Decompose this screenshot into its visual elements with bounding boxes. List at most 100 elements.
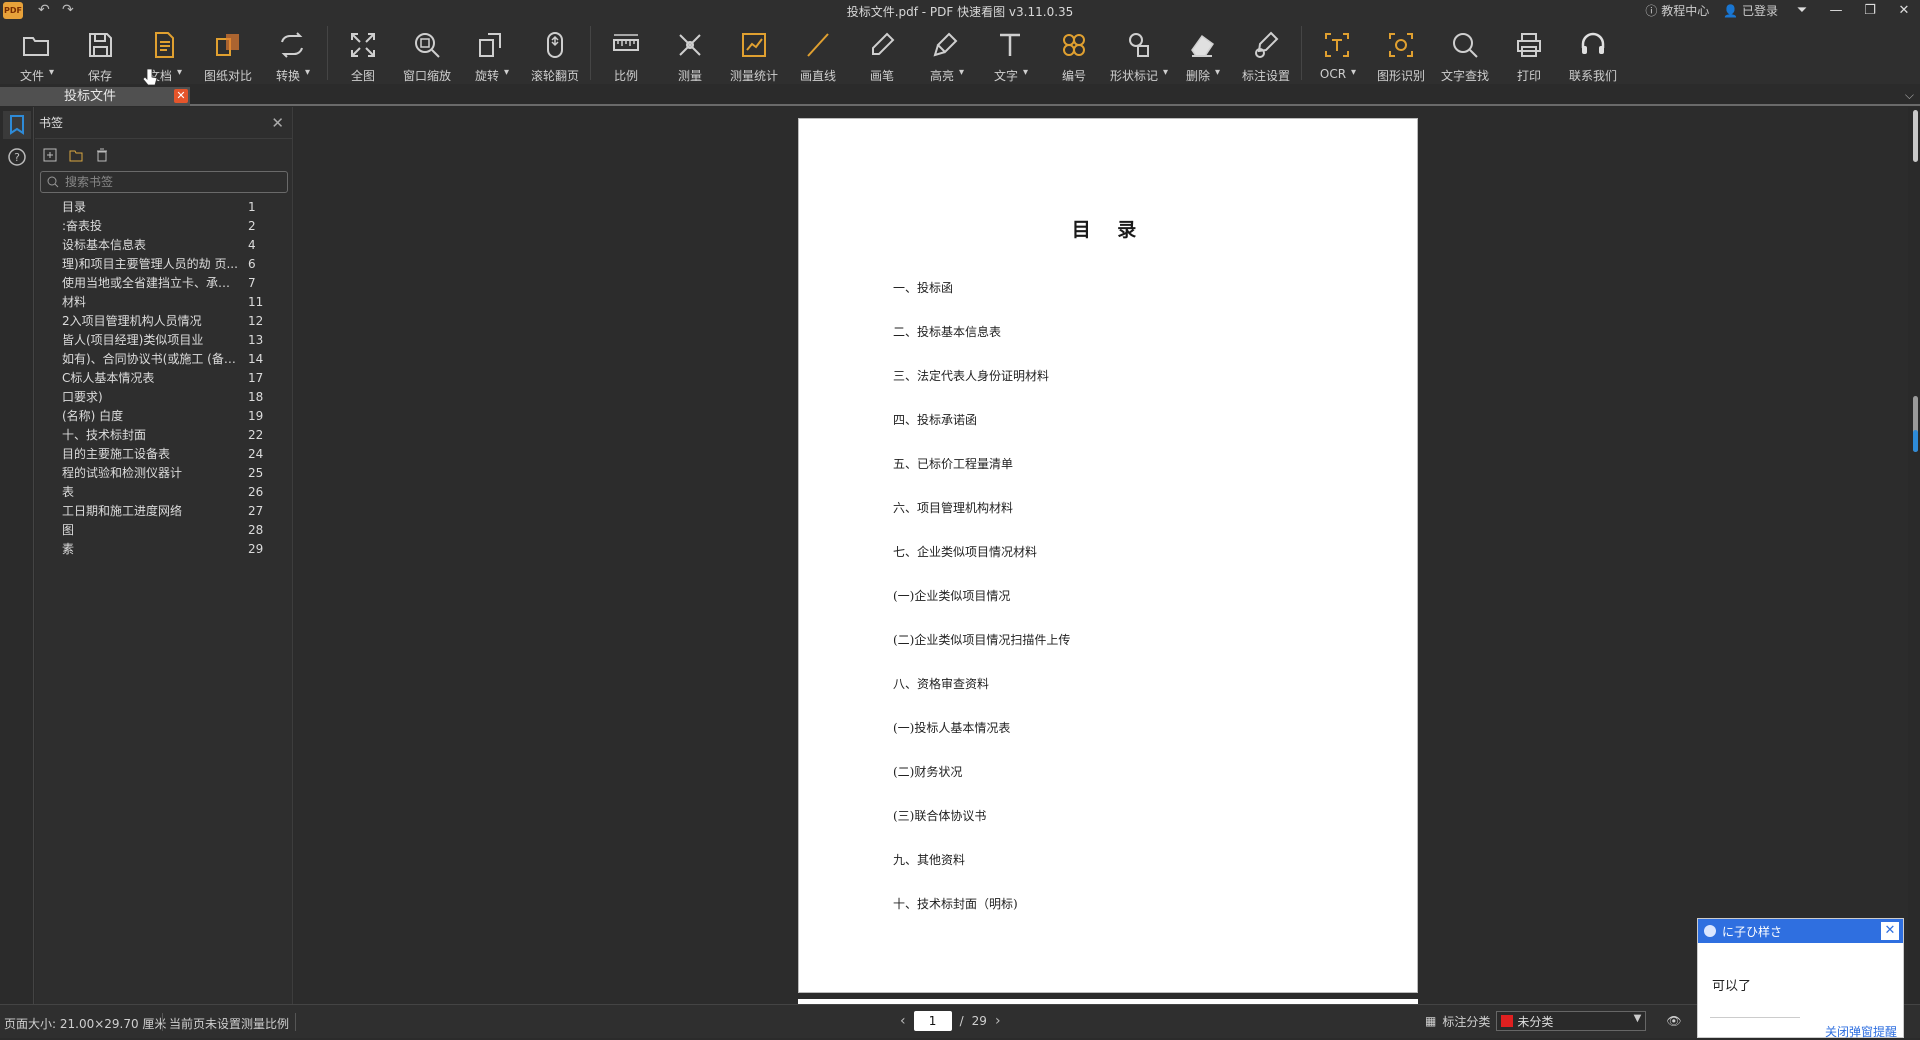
search-icon [1450, 30, 1480, 64]
main-toolbar: 文件 ▾ 保存 文档 ▾ 图纸对比 转换 ▾ 全图 窗口缩放 旋转 ▾ 滚轮翻页 比例 测量 测量统计 画直线画… [0, 22, 1920, 84]
bookmark-page: 14 [248, 351, 264, 366]
shaperec-button[interactable]: 图形识别 [1369, 22, 1433, 84]
text-button[interactable]: 文字 ▾ [978, 22, 1042, 84]
line-icon [803, 30, 833, 64]
bookmark-item[interactable]: (名称) 白度 19 [35, 406, 292, 425]
category-label: 标注分类 [1442, 1014, 1491, 1029]
toc-entry: 四、投标承诺函 [893, 413, 978, 427]
markset-button[interactable]: 标注设置 [1234, 22, 1298, 84]
account-link[interactable]: 👤 已登录 [1723, 2, 1778, 19]
bookmark-item[interactable]: 设标基本信息表 4 [35, 235, 292, 254]
save-button[interactable]: 保存 [68, 22, 132, 84]
prev-page-icon[interactable]: ‹ [900, 1013, 906, 1029]
print-button[interactable]: 打印 [1497, 22, 1561, 84]
undo-icon[interactable]: ↶ [38, 2, 50, 18]
add-folder-icon[interactable] [69, 147, 83, 166]
scale-button[interactable]: 比例 [594, 22, 658, 84]
bookmark-panel-icon[interactable] [3, 111, 31, 139]
restore-icon[interactable]: ❐ [1860, 3, 1880, 18]
toc-entry: (二)财务状况 [893, 765, 963, 779]
ocr-button[interactable]: OCR ▾ [1305, 22, 1369, 84]
category-value: 未分类 [1517, 1014, 1554, 1029]
line-button[interactable]: 画直线 [786, 22, 850, 84]
help-icon[interactable]: ? [3, 143, 31, 171]
line-label: 画直线 [799, 69, 836, 83]
pen-button[interactable]: 画笔 [850, 22, 914, 84]
measure-button[interactable]: 测量 [658, 22, 722, 84]
bookmark-item[interactable]: 口要求) 18 [35, 387, 292, 406]
document-tab-bar: 投标文件 ✕ ⌵ [0, 84, 1920, 106]
bookmark-item[interactable]: 使用当地或全省建挡立卡、承诺函 7 [35, 273, 292, 292]
rotate-icon [476, 30, 506, 64]
compare-button[interactable]: 图纸对比 [196, 22, 260, 84]
tab-list-chevron-icon[interactable]: ⌵ [1905, 88, 1914, 103]
bookmark-item[interactable]: 目录 1 [35, 197, 292, 216]
bookmark-item[interactable]: 2入项目管理机构人员情况 12 [35, 311, 292, 330]
toc-entry: 六、项目管理机构材料 [893, 501, 1014, 515]
bookmark-search [40, 171, 288, 193]
current-page-input[interactable] [913, 1011, 952, 1031]
tab-close-icon[interactable]: ✕ [174, 89, 188, 103]
chevron-down-icon: ▾ [304, 67, 310, 78]
mstats-button[interactable]: 测量统计 [722, 22, 786, 84]
delete-button[interactable]: 删除 ▾ [1170, 22, 1234, 84]
bookmark-item[interactable]: 理)和项目主要管理人员的劫 页... 6 [35, 254, 292, 273]
scroll-button[interactable]: 滚轮翻页 [523, 22, 587, 84]
bookmark-item[interactable]: 图 28 [35, 520, 292, 539]
bookmark-item[interactable]: 程的试验和检测仪器计 25 [35, 463, 292, 482]
tutorial-center-link[interactable]: ⓘ 教程中心 [1645, 2, 1709, 19]
bookmark-title: 口要求) [62, 390, 103, 404]
rotate-button[interactable]: 旋转 ▾ [459, 22, 523, 84]
svg-text:?: ? [14, 151, 20, 164]
category-select[interactable]: 未分类 ▼ [1496, 1011, 1647, 1031]
file-button[interactable]: 文件 ▾ [4, 22, 68, 84]
bookmark-item[interactable]: 材料 11 [35, 292, 292, 311]
numbering-icon [1059, 30, 1089, 64]
document-viewer[interactable]: 目 录 一、投标函 二、投标基本信息表 三、法定代表人身份证明材料 四、投标承诺函 五、… [294, 107, 1908, 1004]
panel-close-icon[interactable]: ✕ [271, 114, 284, 132]
toc-entry: 七、企业类似项目情况材料 [893, 545, 1038, 559]
contact-button[interactable]: 联系我们 [1561, 22, 1625, 84]
total-pages: 29 [971, 1014, 987, 1028]
find-button[interactable]: 文字查找 [1433, 22, 1497, 84]
bookmark-item[interactable]: 表 26 [35, 482, 292, 501]
bookmark-search-input[interactable] [65, 175, 265, 189]
folder-icon [21, 30, 51, 64]
close-window-icon[interactable]: ✕ [1894, 3, 1914, 18]
vertical-scrollbar[interactable] [1908, 107, 1920, 1004]
bookmark-item[interactable]: C标人基本情况表 17 [35, 368, 292, 387]
scrollbar-position-marker [1913, 430, 1918, 452]
title-bar: PDF ↶ ↷ 投标文件.pdf - PDF 快速看图 v3.11.0.35 ⓘ… [0, 0, 1920, 22]
close-popup-link[interactable]: 关闭弹窗提醒 [1825, 1023, 1897, 1040]
bookmark-item[interactable]: 素 29 [35, 539, 292, 558]
number-button[interactable]: 编号 [1042, 22, 1106, 84]
document-icon [149, 30, 179, 64]
notification-close-icon[interactable]: ✕ [1881, 922, 1899, 940]
shape-button[interactable]: 形状标记 ▾ [1106, 22, 1170, 84]
redo-icon[interactable]: ↷ [62, 2, 74, 18]
delete-bookmark-icon[interactable] [95, 147, 109, 166]
bookmark-item[interactable]: 工日期和施工进度网络 27 [35, 501, 292, 520]
add-bookmark-icon[interactable] [43, 147, 57, 166]
menu-dropdown-icon[interactable]: ⏷ [1792, 3, 1812, 18]
measure-stats-icon [739, 30, 769, 64]
bookmark-item[interactable]: 如有)、合同协议书(或施工 (备案... 14 [35, 349, 292, 368]
bookmark-item[interactable]: 目的主要施工设备表 24 [35, 444, 292, 463]
eraser-icon [1187, 30, 1217, 64]
highlight-button[interactable]: 高亮 ▾ [914, 22, 978, 84]
toc-heading: 目 录 [1071, 219, 1147, 241]
visibility-eye-icon[interactable]: 👁 [1666, 1014, 1681, 1028]
next-page-icon[interactable]: › [995, 1013, 1001, 1029]
minimize-icon[interactable]: — [1826, 3, 1846, 18]
tab-document[interactable]: 投标文件 ✕ [0, 87, 190, 106]
fullview-button[interactable]: 全图 [331, 22, 395, 84]
bookmark-item[interactable]: 十、技术标封面 22 [35, 425, 292, 444]
bookmark-title: 目录 [62, 200, 87, 214]
convert-button[interactable]: 转换 ▾ [260, 22, 324, 84]
bookmark-title: 如有)、合同协议书(或施工 (备案... [62, 352, 240, 366]
scrollbar-thumb[interactable] [1913, 110, 1918, 162]
winzoom-button[interactable]: 窗口缩放 [395, 22, 459, 84]
tutorial-label: 教程中心 [1661, 4, 1710, 18]
bookmark-item[interactable]: :奋表投 2 [35, 216, 292, 235]
bookmark-item[interactable]: 皆人(项目经理)类似项目业 13 [35, 330, 292, 349]
